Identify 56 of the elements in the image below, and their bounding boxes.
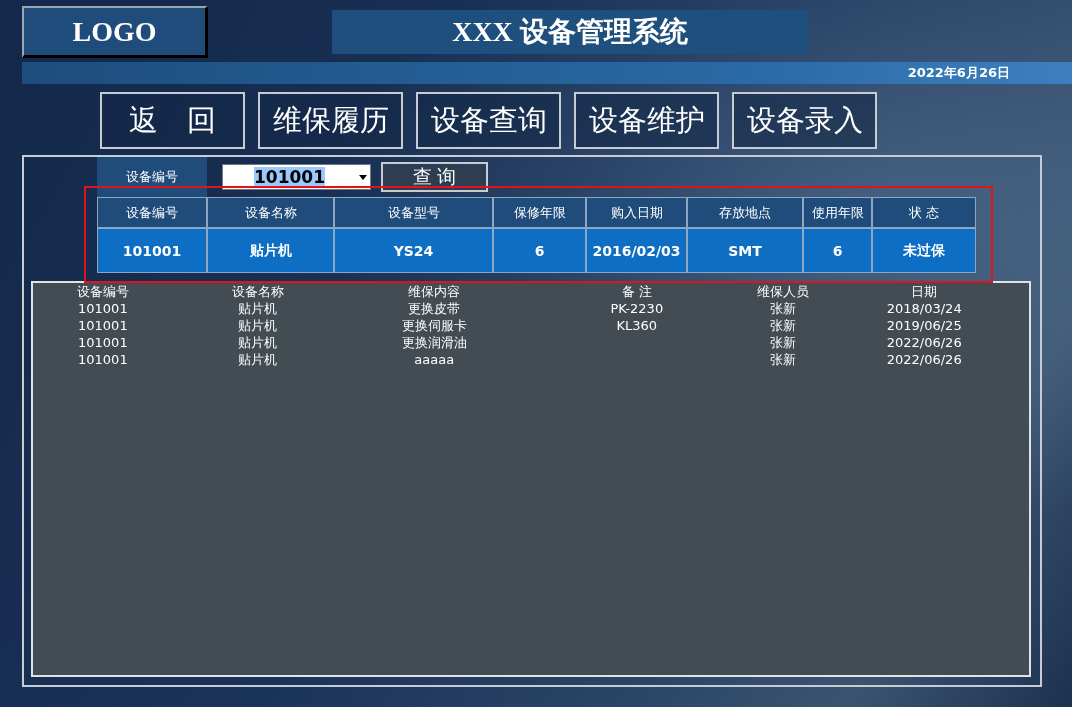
list-cell: 张新 <box>770 334 797 351</box>
list-cell: 101001 <box>78 351 128 368</box>
column-header: 购入日期 <box>586 197 687 228</box>
list-cell: PK-2230 <box>610 300 664 317</box>
list-cell: 贴片机 <box>238 317 278 334</box>
list-cell: 更换伺服卡 <box>401 317 467 334</box>
table-cell: 2016/02/03 <box>586 228 687 273</box>
list-cell: 张新 <box>770 317 797 334</box>
column-header: 存放地点 <box>687 197 803 228</box>
date-label: 2022年6月26日 <box>907 64 1010 82</box>
list-cell: 2022/06/26 <box>886 334 962 351</box>
list-cell: 张新 <box>770 351 797 368</box>
nav-button[interactable]: 设备录入 <box>732 92 877 149</box>
device-id-dropdown[interactable]: 101001 <box>222 164 371 190</box>
logo: LOGO <box>22 6 208 58</box>
list-cell: 101001 <box>78 317 128 334</box>
table-cell: 6 <box>493 228 586 273</box>
list-cell: 贴片机 <box>238 334 278 351</box>
column-header: 设备编号 <box>76 283 129 300</box>
list-cell: 2022/06/26 <box>886 351 962 368</box>
caret-icon <box>359 174 367 180</box>
column-header: 设备名称 <box>207 197 334 228</box>
query-button[interactable]: 查 询 <box>381 162 488 192</box>
table-cell: SMT <box>687 228 803 273</box>
column-header: 备 注 <box>621 283 652 300</box>
list-cell: 101001 <box>78 334 128 351</box>
column-header: 设备型号 <box>334 197 493 228</box>
table-cell: YS24 <box>334 228 493 273</box>
list-cell: 更换润滑油 <box>401 334 467 351</box>
table-cell: 6 <box>803 228 872 273</box>
list-cell: 101001 <box>78 300 128 317</box>
column-header: 设备名称 <box>231 283 284 300</box>
list-cell: 更换皮带 <box>408 300 461 317</box>
column-header: 设备编号 <box>97 197 207 228</box>
column-header: 使用年限 <box>803 197 872 228</box>
table-cell: 贴片机 <box>207 228 334 273</box>
list-cell: 张新 <box>770 300 797 317</box>
column-header: 状 态 <box>872 197 976 228</box>
table-cell: 101001 <box>97 228 207 273</box>
field-label: 设备编号 <box>97 157 207 197</box>
list-cell: KL360 <box>616 317 658 334</box>
nav-button[interactable]: 返 回 <box>100 92 245 149</box>
list-cell: 贴片机 <box>238 351 278 368</box>
nav-button[interactable]: 设备维护 <box>574 92 719 149</box>
column-header: 保修年限 <box>493 197 586 228</box>
table-cell: 未过保 <box>872 228 976 273</box>
list-cell: aaaaa <box>414 351 455 368</box>
list-cell: 2018/03/24 <box>886 300 962 317</box>
nav-button[interactable]: 维保履历 <box>258 92 403 149</box>
nav-button[interactable]: 设备查询 <box>416 92 561 149</box>
column-header: 维保人员 <box>757 283 810 300</box>
system-title: XXX 设备管理系统 <box>332 10 808 54</box>
column-header: 维保内容 <box>408 283 461 300</box>
column-header: 日期 <box>911 283 938 300</box>
list-cell: 2019/06/25 <box>886 317 962 334</box>
list-cell: 贴片机 <box>238 300 278 317</box>
